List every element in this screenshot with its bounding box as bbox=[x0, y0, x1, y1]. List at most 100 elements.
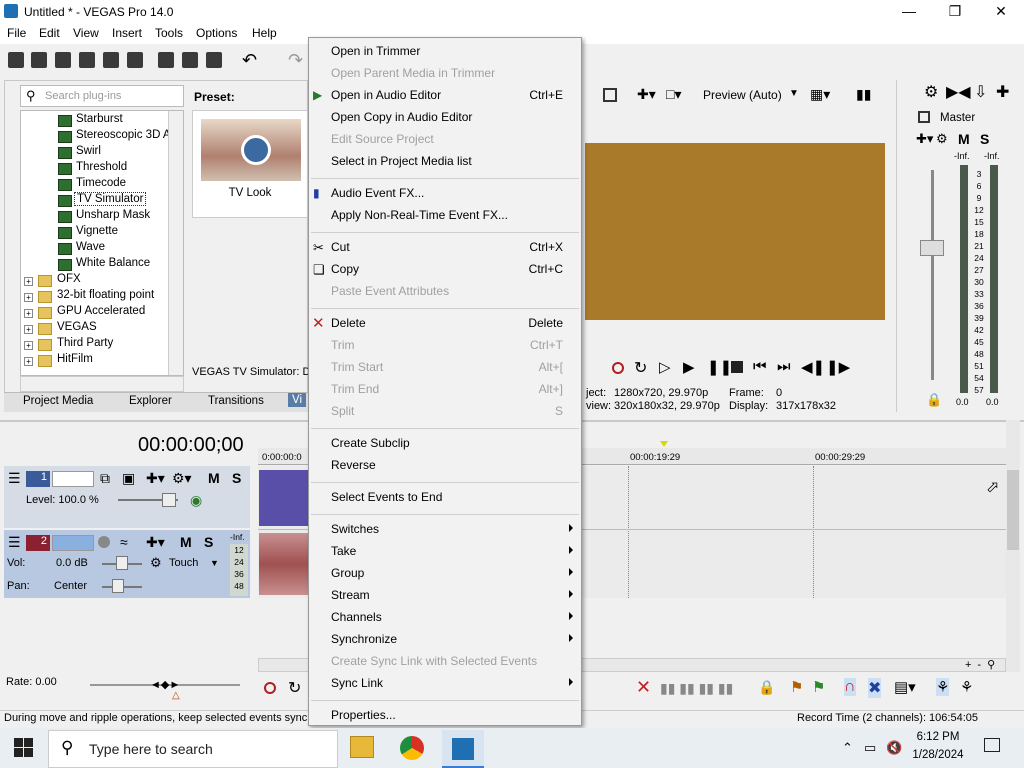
expand-icon[interactable]: + bbox=[24, 341, 33, 350]
track-fx-icon[interactable]: ✚▾ bbox=[146, 534, 165, 551]
menu-item-select-in-project-media[interactable]: Select in Project Media list bbox=[331, 154, 472, 168]
menu-item-reverse[interactable]: Reverse bbox=[331, 458, 376, 472]
tab-explorer[interactable]: Explorer bbox=[129, 395, 172, 407]
vegas-taskbar-button[interactable] bbox=[442, 730, 484, 768]
menu-item-open-in-trimmer[interactable]: Open in Trimmer bbox=[331, 44, 420, 58]
plugin-folder-ofx[interactable]: OFX bbox=[57, 273, 81, 285]
previous-frame-icon[interactable]: ◀❚ bbox=[801, 358, 825, 376]
bypass-icon[interactable]: ⚙ bbox=[936, 131, 948, 147]
downmix-icon[interactable]: ⇩ bbox=[974, 82, 987, 102]
copy-snapshot-icon[interactable]: ▮▮ bbox=[856, 86, 871, 103]
marker-icon[interactable] bbox=[660, 441, 668, 447]
menu-item-copy[interactable]: Copy bbox=[331, 262, 359, 276]
save-as-icon[interactable] bbox=[79, 52, 95, 68]
video-track-name-field[interactable] bbox=[52, 471, 94, 487]
cut-icon[interactable] bbox=[158, 52, 174, 68]
zoom-controls[interactable]: +-⚲ bbox=[965, 658, 1019, 672]
menu-options[interactable]: Options bbox=[196, 26, 237, 40]
plugin-item-swirl[interactable]: Swirl bbox=[76, 145, 101, 157]
save-icon[interactable] bbox=[55, 52, 71, 68]
plugin-item-wave[interactable]: Wave bbox=[76, 241, 105, 253]
delete-icon[interactable]: ✕ bbox=[636, 677, 651, 698]
menu-item-select-events-to-end[interactable]: Select Events to End bbox=[331, 490, 442, 504]
audio-track-name-field[interactable] bbox=[52, 535, 94, 551]
external-monitor-icon[interactable]: □▾ bbox=[666, 86, 681, 103]
menu-item-open-in-audio-editor[interactable]: Open in Audio Editor bbox=[331, 88, 441, 102]
arm-record-icon[interactable] bbox=[98, 536, 110, 548]
new-icon[interactable] bbox=[8, 52, 24, 68]
menu-item-properties[interactable]: Properties... bbox=[331, 708, 396, 722]
tab-project-media[interactable]: Project Media bbox=[23, 395, 93, 407]
video-solo-button[interactable]: S bbox=[232, 470, 241, 486]
level-slider-handle[interactable] bbox=[162, 493, 176, 507]
invert-phase-icon[interactable]: ≈ bbox=[120, 534, 128, 550]
region-icon[interactable]: ⚑ bbox=[812, 678, 825, 696]
menu-tools[interactable]: Tools bbox=[155, 26, 183, 40]
stop-icon[interactable] bbox=[731, 361, 743, 373]
plugin-item-unsharp-mask[interactable]: Unsharp Mask bbox=[76, 209, 150, 221]
vertical-scroll-thumb[interactable] bbox=[1007, 470, 1019, 550]
tree-scrollbar[interactable] bbox=[168, 111, 183, 375]
preview-quality-dropdown[interactable]: Preview (Auto) bbox=[703, 88, 782, 102]
taskbar-search-box[interactable]: ⚲ Type here to search bbox=[48, 730, 338, 768]
pause-icon[interactable]: ❚❚ bbox=[707, 358, 732, 376]
menu-item-open-copy-audio-editor[interactable]: Open Copy in Audio Editor bbox=[331, 110, 472, 124]
audio-solo-button[interactable]: S bbox=[204, 534, 213, 550]
menu-item-channels[interactable]: Channels bbox=[331, 610, 382, 624]
maximize-button[interactable]: ❐ bbox=[932, 0, 978, 24]
lock-envelopes-icon[interactable]: ⚘ bbox=[936, 678, 950, 696]
expand-icon[interactable]: + bbox=[24, 277, 33, 286]
render-icon[interactable] bbox=[103, 52, 119, 68]
lock-event-icon[interactable]: 🔒 bbox=[758, 679, 775, 696]
video-event[interactable] bbox=[259, 470, 308, 526]
plugin-item-stereoscopic[interactable]: Stereoscopic 3D Ac bbox=[76, 129, 176, 141]
track-fx-icon[interactable]: ✚▾ bbox=[146, 470, 165, 487]
overlay-icon[interactable]: ✚▾ bbox=[637, 86, 656, 103]
menu-item-take[interactable]: Take bbox=[331, 544, 356, 558]
notification-icon[interactable] bbox=[984, 738, 1000, 752]
expand-icon[interactable]: + bbox=[24, 325, 33, 334]
play-from-start-icon[interactable]: ▷ bbox=[659, 358, 671, 376]
windows-start-icon[interactable] bbox=[14, 738, 34, 758]
file-explorer-icon[interactable] bbox=[350, 736, 374, 758]
network-icon[interactable]: ▭ bbox=[864, 740, 876, 756]
redo-icon[interactable]: ↷ bbox=[288, 50, 303, 71]
lock-icon[interactable]: 🔒 bbox=[926, 392, 942, 408]
mixer-fx-icon[interactable]: ▶◀ bbox=[946, 82, 971, 102]
dim-output-icon[interactable]: ✚ bbox=[996, 82, 1009, 102]
menu-item-stream[interactable]: Stream bbox=[331, 588, 370, 602]
menu-item-group[interactable]: Group bbox=[331, 566, 364, 580]
close-button[interactable]: ✕ bbox=[978, 0, 1024, 24]
menu-item-sync-link[interactable]: Sync Link bbox=[331, 676, 383, 690]
master-fx-icon[interactable]: ✚▾ bbox=[916, 131, 933, 147]
expand-icon[interactable]: + bbox=[24, 309, 33, 318]
tree-horizontal-scrollbar[interactable] bbox=[20, 376, 184, 392]
menu-item-synchronize[interactable]: Synchronize bbox=[331, 632, 397, 646]
menu-item-audio-event-fx[interactable]: Audio Event FX... bbox=[331, 186, 424, 200]
plugin-folder-32bit[interactable]: 32-bit floating point bbox=[57, 289, 154, 301]
ripple-icon[interactable]: ▤▾ bbox=[894, 678, 916, 696]
menu-help[interactable]: Help bbox=[252, 26, 277, 40]
plugin-item-starburst[interactable]: Starburst bbox=[76, 113, 123, 125]
open-icon[interactable] bbox=[31, 52, 47, 68]
video-track-header[interactable]: ☰ 1 ⧉ ▣ ✚▾ ⚙▾ M S Level: 100.0 % ◉ bbox=[4, 466, 250, 528]
snapping-icon[interactable]: ∩ bbox=[844, 678, 856, 696]
tab-video-fx[interactable]: Vi bbox=[288, 393, 307, 407]
properties-gear-icon[interactable] bbox=[127, 52, 143, 68]
menu-item-create-subclip[interactable]: Create Subclip bbox=[331, 436, 410, 450]
touch-mode[interactable]: Touch bbox=[169, 557, 198, 569]
master-fader-handle[interactable] bbox=[920, 240, 944, 256]
menu-item-cut[interactable]: Cut bbox=[331, 240, 350, 254]
plugin-item-tv-simulator[interactable]: TV Simulator bbox=[74, 192, 147, 206]
trim-icons[interactable]: ▮▮ ▮▮ ▮▮ ▮▮ bbox=[660, 680, 733, 697]
grid-icon[interactable]: ▦▾ bbox=[810, 86, 830, 103]
chrome-icon[interactable] bbox=[400, 736, 424, 760]
clock-time[interactable]: 6:12 PM bbox=[912, 731, 964, 743]
play-icon[interactable]: ▶ bbox=[683, 358, 695, 376]
automation-gear-icon[interactable]: ⚙ bbox=[150, 555, 162, 571]
track-motion-icon[interactable]: ▣ bbox=[122, 470, 135, 487]
audio-track-header[interactable]: ☰ 2 ≈ ✚▾ M S Vol: 0.0 dB ⚙ Touch ▼ Pan: … bbox=[4, 530, 250, 598]
paste-icon[interactable] bbox=[206, 52, 222, 68]
record-icon[interactable] bbox=[612, 362, 624, 374]
plugin-item-timecode[interactable]: Timecode bbox=[76, 177, 126, 189]
